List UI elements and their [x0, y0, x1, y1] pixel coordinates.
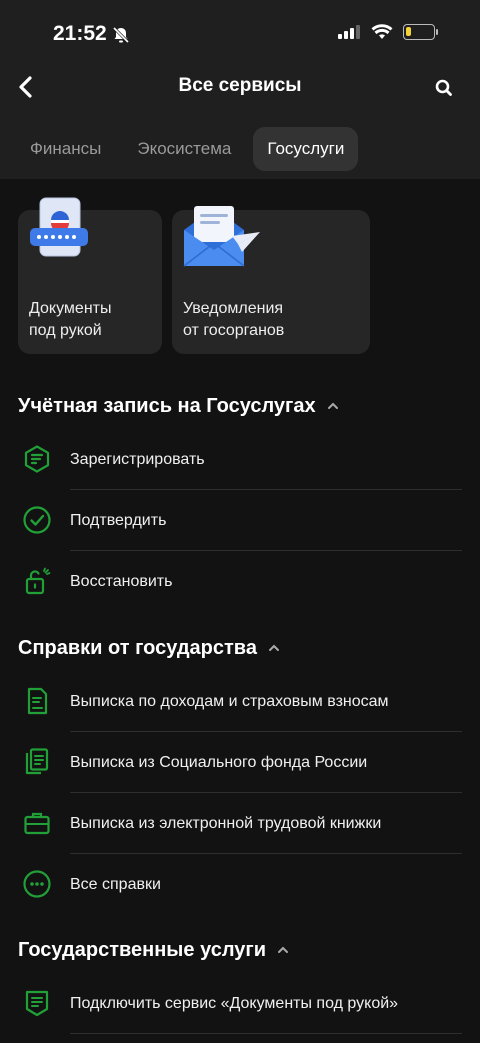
cellular-signal-icon	[338, 25, 360, 39]
list-item-label: Выписка из Социального фонда России	[70, 753, 368, 771]
header: Все сервисы	[0, 70, 480, 110]
section-certificates-header[interactable]: Справки от государства	[0, 633, 480, 663]
list-item-label: Подключить сервис «Документы под рукой»	[70, 994, 399, 1012]
envelope-plane-icon	[183, 206, 260, 267]
card-documents-label: Документы под рукой	[29, 300, 112, 339]
service-cards: Документы под рукой Уведомления от госор…	[0, 197, 480, 354]
list-item-restore[interactable]: Восстановить	[0, 551, 480, 612]
list-item-confirm[interactable]: Подтвердить	[0, 490, 480, 551]
status-time: 21:52	[53, 22, 107, 45]
passport-card-icon	[30, 197, 88, 257]
wifi-icon	[371, 24, 393, 39]
list-item-partial[interactable]	[0, 1034, 480, 1043]
badge-document-icon	[25, 990, 49, 1017]
list-item-income-statement[interactable]: Выписка по доходам и страховым взносам	[0, 671, 480, 732]
chevron-up-icon	[278, 946, 289, 953]
list-item-connect-documents[interactable]: Подключить сервис «Документы под рукой»	[0, 973, 480, 1034]
bell-muted-icon	[112, 26, 130, 44]
battery-level	[406, 27, 411, 36]
list-item-label: Выписка по доходам и страховым взносам	[70, 692, 389, 710]
section-state-services-title: Государственные услуги	[18, 938, 267, 961]
documents-stack-icon	[25, 748, 49, 775]
list-item-label: Восстановить	[70, 572, 173, 590]
page-title: Все сервисы	[178, 75, 302, 96]
more-circle-icon	[23, 870, 51, 898]
chevron-up-icon	[268, 644, 279, 651]
check-circle-icon	[23, 506, 51, 534]
list-item-label: Все справки	[70, 875, 161, 893]
list-item-label: Выписка из электронной трудовой книжки	[70, 814, 382, 832]
section-certificates-title: Справки от государства	[18, 636, 257, 659]
section-account: Учётная запись на Госуслугах Зарегистрир…	[0, 391, 480, 612]
tab-gosuslugi[interactable]: Госуслуги	[253, 127, 359, 171]
list-item-label: Подтвердить	[70, 511, 167, 529]
list-item-label: Зарегистрировать	[70, 450, 205, 468]
list-item-employment-record[interactable]: Выписка из электронной трудовой книжки	[0, 793, 480, 854]
tab-finances[interactable]: Финансы	[16, 127, 115, 171]
battery-icon	[403, 24, 438, 40]
section-state-services-header[interactable]: Государственные услуги	[0, 935, 480, 965]
card-notifications[interactable]: Уведомления от госорганов	[172, 206, 370, 354]
status-bar: 21:52	[0, 0, 480, 70]
section-account-title: Учётная запись на Госуслугах	[18, 394, 316, 417]
list-item-all-certificates[interactable]: Все справки	[0, 854, 480, 915]
status-indicators	[337, 24, 438, 40]
card-documents[interactable]: Документы под рукой	[18, 197, 162, 354]
lock-open-icon	[25, 567, 51, 595]
tab-bar: Финансы Экосистема Госуслуги	[16, 127, 359, 171]
register-icon	[24, 445, 50, 473]
top-bar: 21:52 Все сервисы Финансы Экосистема Гос…	[0, 0, 480, 179]
section-state-services: Государственные услуги Подключить сервис…	[0, 935, 480, 1043]
list-item-register[interactable]: Зарегистрировать	[0, 429, 480, 490]
briefcase-icon	[24, 812, 50, 835]
search-icon[interactable]	[432, 76, 456, 100]
document-icon	[27, 687, 48, 715]
card-notifications-label: Уведомления от госорганов	[183, 300, 285, 339]
list-item-social-fund[interactable]: Выписка из Социального фонда России	[0, 732, 480, 793]
tab-ecosystem[interactable]: Экосистема	[123, 127, 245, 171]
section-certificates: Справки от государства Выписка по дохода…	[0, 633, 480, 915]
chevron-up-icon	[327, 402, 338, 409]
section-account-header[interactable]: Учётная запись на Госуслугах	[0, 391, 480, 421]
